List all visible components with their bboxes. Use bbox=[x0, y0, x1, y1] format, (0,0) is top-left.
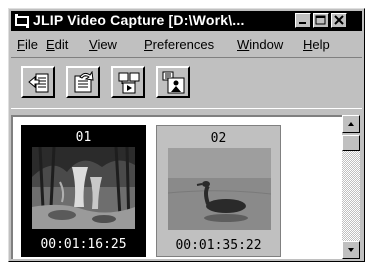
thumbnail-timecode: 00:01:16:25 bbox=[40, 237, 127, 252]
import-clip-button[interactable] bbox=[21, 66, 55, 98]
maximize-button[interactable] bbox=[313, 13, 329, 28]
minimize-icon bbox=[299, 22, 306, 24]
arrow-up-icon bbox=[348, 122, 354, 126]
minimize-button[interactable] bbox=[295, 13, 311, 28]
camera-person-button[interactable] bbox=[156, 66, 190, 98]
camera-person-icon bbox=[162, 71, 185, 94]
waterfall-forest-image bbox=[32, 147, 135, 229]
menu-preferences[interactable]: Preferences bbox=[144, 37, 214, 52]
menu-window[interactable]: Window bbox=[237, 37, 283, 52]
menu-file[interactable]: File bbox=[17, 37, 38, 52]
title-bar[interactable]: JLIP Video Capture [D:\Work\... bbox=[11, 11, 362, 31]
thumbnail-number: 01 bbox=[75, 130, 92, 145]
scroll-up-button[interactable] bbox=[342, 115, 360, 133]
scroll-down-button[interactable] bbox=[342, 241, 360, 259]
scroll-track[interactable] bbox=[342, 151, 360, 241]
sequence-play-button[interactable] bbox=[111, 66, 145, 98]
close-icon bbox=[334, 15, 344, 25]
refresh-capture-icon bbox=[74, 71, 94, 93]
menu-edit[interactable]: Edit bbox=[46, 37, 68, 52]
menu-bar: File Edit View Preferences Window Help bbox=[11, 34, 362, 54]
thumbnail-area[interactable]: 01 00:01:16:25 02 00:01:35:22 bbox=[11, 115, 344, 259]
app-window: JLIP Video Capture [D:\Work\... File Edi… bbox=[8, 8, 365, 262]
refresh-capture-button[interactable] bbox=[66, 66, 100, 98]
sequence-play-icon bbox=[118, 72, 140, 94]
close-button[interactable] bbox=[331, 13, 347, 28]
vertical-scrollbar[interactable] bbox=[342, 115, 360, 259]
toolbar bbox=[11, 57, 362, 109]
menu-view[interactable]: View bbox=[89, 37, 117, 52]
thumbnail-item-01[interactable]: 01 00:01:16:25 bbox=[21, 125, 146, 257]
thumbnail-number: 02 bbox=[210, 131, 227, 146]
duck-on-water-image bbox=[168, 148, 271, 230]
import-clip-icon bbox=[28, 73, 49, 93]
app-film-icon[interactable] bbox=[14, 13, 30, 29]
menu-help[interactable]: Help bbox=[303, 37, 330, 52]
maximize-icon bbox=[315, 15, 326, 25]
arrow-down-icon bbox=[348, 248, 354, 252]
thumbnail-timecode: 00:01:35:22 bbox=[175, 238, 262, 253]
scroll-thumb[interactable] bbox=[342, 135, 360, 151]
thumbnail-item-02[interactable]: 02 00:01:35:22 bbox=[156, 125, 281, 257]
window-title: JLIP Video Capture [D:\Work\... bbox=[33, 12, 245, 28]
